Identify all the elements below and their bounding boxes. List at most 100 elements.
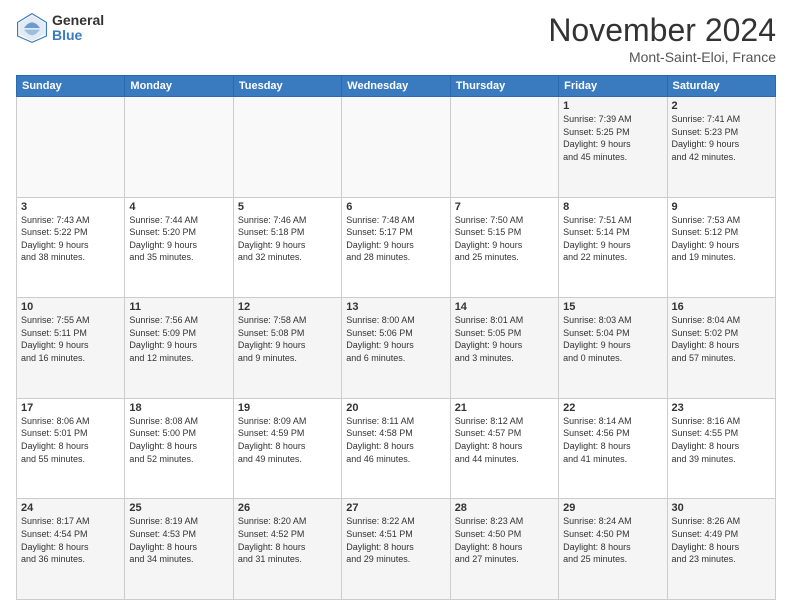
day-info: Sunrise: 7:39 AM Sunset: 5:25 PM Dayligh… [563,113,662,163]
location: Mont-Saint-Eloi, France [548,49,776,65]
day-info: Sunrise: 8:19 AM Sunset: 4:53 PM Dayligh… [129,515,228,565]
cell-1-4 [342,97,450,198]
calendar-table: Sunday Monday Tuesday Wednesday Thursday… [16,75,776,600]
day-number: 30 [672,502,771,514]
day-info: Sunrise: 8:23 AM Sunset: 4:50 PM Dayligh… [455,515,554,565]
day-number: 15 [563,301,662,313]
cell-2-1: 3Sunrise: 7:43 AM Sunset: 5:22 PM Daylig… [17,197,125,298]
day-info: Sunrise: 7:53 AM Sunset: 5:12 PM Dayligh… [672,214,771,264]
day-number: 27 [346,502,445,514]
cell-2-7: 9Sunrise: 7:53 AM Sunset: 5:12 PM Daylig… [667,197,775,298]
day-number: 20 [346,402,445,414]
day-number: 14 [455,301,554,313]
day-info: Sunrise: 8:24 AM Sunset: 4:50 PM Dayligh… [563,515,662,565]
cell-5-7: 30Sunrise: 8:26 AM Sunset: 4:49 PM Dayli… [667,499,775,600]
header-saturday: Saturday [667,76,775,97]
cell-2-4: 6Sunrise: 7:48 AM Sunset: 5:17 PM Daylig… [342,197,450,298]
day-number: 22 [563,402,662,414]
day-number: 26 [238,502,337,514]
cell-4-3: 19Sunrise: 8:09 AM Sunset: 4:59 PM Dayli… [233,398,341,499]
logo-icon [16,12,48,44]
day-number: 21 [455,402,554,414]
day-number: 25 [129,502,228,514]
day-number: 17 [21,402,120,414]
day-number: 19 [238,402,337,414]
day-info: Sunrise: 8:09 AM Sunset: 4:59 PM Dayligh… [238,415,337,465]
day-info: Sunrise: 7:43 AM Sunset: 5:22 PM Dayligh… [21,214,120,264]
cell-2-2: 4Sunrise: 7:44 AM Sunset: 5:20 PM Daylig… [125,197,233,298]
day-info: Sunrise: 7:55 AM Sunset: 5:11 PM Dayligh… [21,314,120,364]
day-info: Sunrise: 7:44 AM Sunset: 5:20 PM Dayligh… [129,214,228,264]
day-number: 16 [672,301,771,313]
month-title: November 2024 [548,12,776,49]
day-number: 8 [563,201,662,213]
cell-1-6: 1Sunrise: 7:39 AM Sunset: 5:25 PM Daylig… [559,97,667,198]
header-wednesday: Wednesday [342,76,450,97]
cell-4-4: 20Sunrise: 8:11 AM Sunset: 4:58 PM Dayli… [342,398,450,499]
day-number: 2 [672,100,771,112]
day-info: Sunrise: 7:51 AM Sunset: 5:14 PM Dayligh… [563,214,662,264]
cell-5-3: 26Sunrise: 8:20 AM Sunset: 4:52 PM Dayli… [233,499,341,600]
cell-5-2: 25Sunrise: 8:19 AM Sunset: 4:53 PM Dayli… [125,499,233,600]
day-number: 10 [21,301,120,313]
day-info: Sunrise: 8:08 AM Sunset: 5:00 PM Dayligh… [129,415,228,465]
week-row-1: 1Sunrise: 7:39 AM Sunset: 5:25 PM Daylig… [17,97,776,198]
cell-2-5: 7Sunrise: 7:50 AM Sunset: 5:15 PM Daylig… [450,197,558,298]
cell-4-5: 21Sunrise: 8:12 AM Sunset: 4:57 PM Dayli… [450,398,558,499]
cell-3-3: 12Sunrise: 7:58 AM Sunset: 5:08 PM Dayli… [233,298,341,399]
day-info: Sunrise: 8:03 AM Sunset: 5:04 PM Dayligh… [563,314,662,364]
day-info: Sunrise: 8:22 AM Sunset: 4:51 PM Dayligh… [346,515,445,565]
day-info: Sunrise: 8:26 AM Sunset: 4:49 PM Dayligh… [672,515,771,565]
day-number: 23 [672,402,771,414]
day-info: Sunrise: 7:41 AM Sunset: 5:23 PM Dayligh… [672,113,771,163]
header: General Blue November 2024 Mont-Saint-El… [16,12,776,65]
day-number: 9 [672,201,771,213]
day-number: 29 [563,502,662,514]
logo-blue-text: Blue [52,28,104,43]
cell-4-1: 17Sunrise: 8:06 AM Sunset: 5:01 PM Dayli… [17,398,125,499]
day-number: 6 [346,201,445,213]
day-info: Sunrise: 8:04 AM Sunset: 5:02 PM Dayligh… [672,314,771,364]
cell-2-6: 8Sunrise: 7:51 AM Sunset: 5:14 PM Daylig… [559,197,667,298]
day-info: Sunrise: 8:20 AM Sunset: 4:52 PM Dayligh… [238,515,337,565]
header-tuesday: Tuesday [233,76,341,97]
day-info: Sunrise: 8:14 AM Sunset: 4:56 PM Dayligh… [563,415,662,465]
page: General Blue November 2024 Mont-Saint-El… [0,0,792,612]
cell-1-3 [233,97,341,198]
cell-3-7: 16Sunrise: 8:04 AM Sunset: 5:02 PM Dayli… [667,298,775,399]
day-number: 7 [455,201,554,213]
week-row-3: 10Sunrise: 7:55 AM Sunset: 5:11 PM Dayli… [17,298,776,399]
day-info: Sunrise: 8:11 AM Sunset: 4:58 PM Dayligh… [346,415,445,465]
day-number: 3 [21,201,120,213]
cell-5-4: 27Sunrise: 8:22 AM Sunset: 4:51 PM Dayli… [342,499,450,600]
day-number: 11 [129,301,228,313]
cell-5-5: 28Sunrise: 8:23 AM Sunset: 4:50 PM Dayli… [450,499,558,600]
header-friday: Friday [559,76,667,97]
logo-text: General Blue [52,13,104,44]
cell-1-2 [125,97,233,198]
week-row-2: 3Sunrise: 7:43 AM Sunset: 5:22 PM Daylig… [17,197,776,298]
cell-4-6: 22Sunrise: 8:14 AM Sunset: 4:56 PM Dayli… [559,398,667,499]
day-number: 12 [238,301,337,313]
day-info: Sunrise: 8:12 AM Sunset: 4:57 PM Dayligh… [455,415,554,465]
logo: General Blue [16,12,104,44]
cell-3-6: 15Sunrise: 8:03 AM Sunset: 5:04 PM Dayli… [559,298,667,399]
cell-3-2: 11Sunrise: 7:56 AM Sunset: 5:09 PM Dayli… [125,298,233,399]
day-info: Sunrise: 7:46 AM Sunset: 5:18 PM Dayligh… [238,214,337,264]
day-number: 18 [129,402,228,414]
cell-2-3: 5Sunrise: 7:46 AM Sunset: 5:18 PM Daylig… [233,197,341,298]
day-info: Sunrise: 8:01 AM Sunset: 5:05 PM Dayligh… [455,314,554,364]
header-thursday: Thursday [450,76,558,97]
cell-3-1: 10Sunrise: 7:55 AM Sunset: 5:11 PM Dayli… [17,298,125,399]
cell-1-1 [17,97,125,198]
day-info: Sunrise: 7:48 AM Sunset: 5:17 PM Dayligh… [346,214,445,264]
week-row-5: 24Sunrise: 8:17 AM Sunset: 4:54 PM Dayli… [17,499,776,600]
header-row: Sunday Monday Tuesday Wednesday Thursday… [17,76,776,97]
day-number: 24 [21,502,120,514]
day-info: Sunrise: 8:16 AM Sunset: 4:55 PM Dayligh… [672,415,771,465]
cell-5-6: 29Sunrise: 8:24 AM Sunset: 4:50 PM Dayli… [559,499,667,600]
logo-general-text: General [52,13,104,28]
day-number: 13 [346,301,445,313]
day-info: Sunrise: 7:56 AM Sunset: 5:09 PM Dayligh… [129,314,228,364]
day-number: 1 [563,100,662,112]
